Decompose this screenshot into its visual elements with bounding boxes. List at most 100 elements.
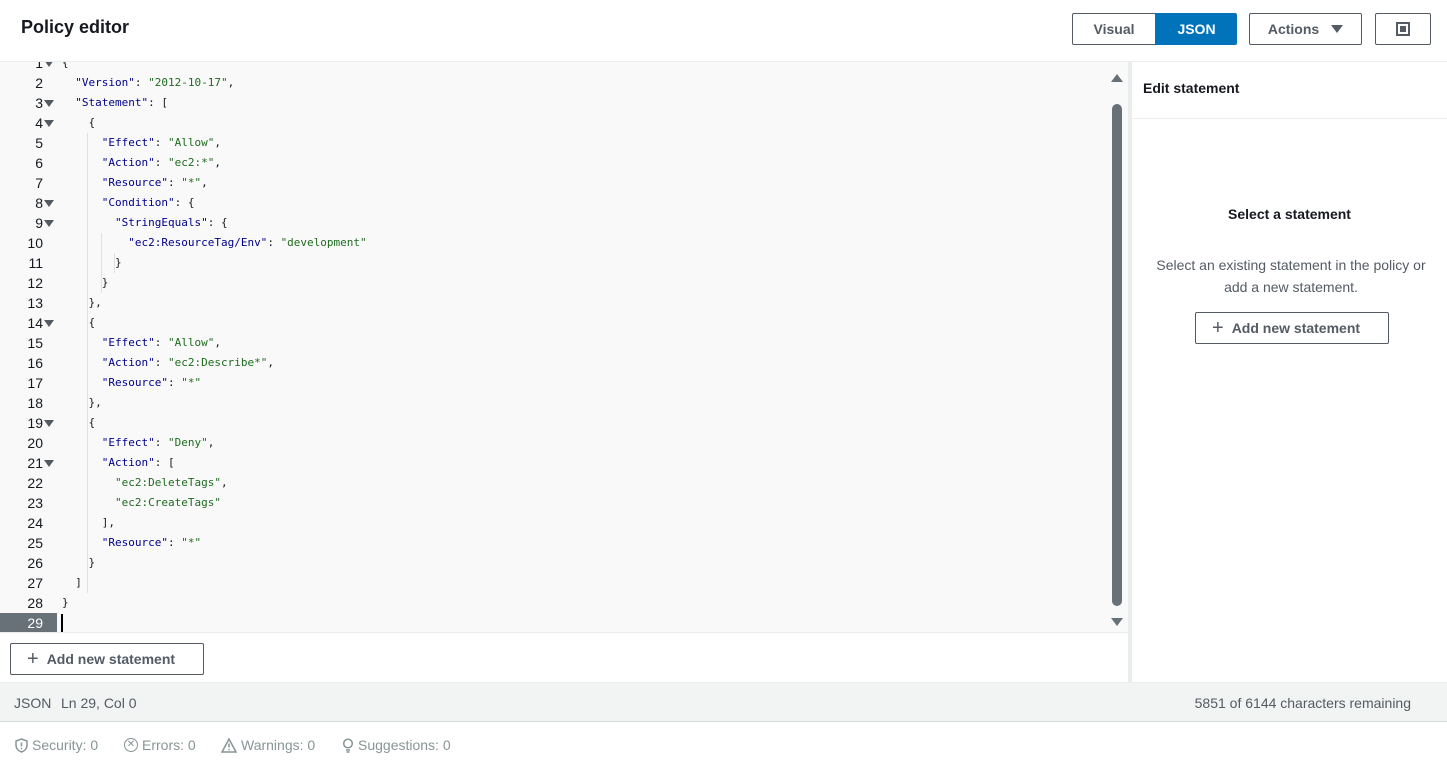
line-number: 19 bbox=[0, 413, 57, 433]
code-line: "Statement": [ bbox=[75, 96, 168, 109]
code-line: } bbox=[62, 596, 69, 609]
line-number: 6 bbox=[35, 155, 43, 171]
line-number: 8 bbox=[0, 193, 57, 213]
errors-count: Errors: 0 bbox=[142, 737, 196, 753]
line-number: 7 bbox=[35, 175, 43, 191]
code-line: } bbox=[62, 556, 96, 569]
add-new-statement-button[interactable]: + Add new statement bbox=[10, 643, 204, 675]
characters-remaining: 5851 of 6144 characters remaining bbox=[1194, 695, 1411, 711]
code-line: } bbox=[62, 256, 122, 269]
fold-toggle-icon[interactable] bbox=[44, 120, 54, 127]
code-line: "Condition": { bbox=[101, 196, 195, 209]
code-line: ] bbox=[62, 576, 82, 589]
plus-icon: + bbox=[27, 648, 39, 670]
side-panel-title: Edit statement bbox=[1143, 80, 1240, 96]
indent-guide bbox=[101, 233, 102, 293]
line-number: 2 bbox=[35, 75, 43, 91]
line-number: 1 bbox=[0, 62, 57, 73]
line-number: 20 bbox=[27, 435, 43, 451]
line-number: 21 bbox=[0, 453, 57, 473]
code-line: "Effect": "Deny", bbox=[101, 436, 215, 449]
line-number: 5 bbox=[35, 135, 43, 151]
split-view-button[interactable] bbox=[1375, 13, 1431, 45]
fold-toggle-icon[interactable] bbox=[44, 460, 54, 467]
caret-down-icon bbox=[1331, 25, 1344, 33]
side-panel-header: Edit statement bbox=[1132, 62, 1447, 119]
code-line: }, bbox=[62, 296, 102, 309]
fold-toggle-icon[interactable] bbox=[44, 220, 54, 227]
visual-tab[interactable]: Visual bbox=[1072, 13, 1156, 45]
empty-state-heading: Select a statement bbox=[1228, 206, 1351, 222]
lightbulb-icon bbox=[342, 737, 354, 753]
code-line: "Action": "ec2:Describe*", bbox=[101, 356, 274, 369]
side-add-new-statement-button[interactable]: + Add new statement bbox=[1195, 312, 1389, 344]
fold-toggle-icon[interactable] bbox=[44, 320, 54, 327]
code-line: { bbox=[62, 116, 96, 129]
line-number: 12 bbox=[27, 275, 43, 291]
line-number: 18 bbox=[27, 395, 43, 411]
code-line: { bbox=[62, 416, 96, 429]
editor-footer: + Add new statement bbox=[0, 632, 1128, 682]
error-icon: ✕ bbox=[124, 738, 138, 752]
line-number: 23 bbox=[27, 495, 43, 511]
scrollbar-thumb[interactable] bbox=[1112, 104, 1122, 606]
line-number: 16 bbox=[27, 355, 43, 371]
add-statement-label: Add new statement bbox=[46, 651, 176, 667]
warning-icon bbox=[221, 737, 237, 753]
fold-toggle-icon[interactable] bbox=[44, 100, 54, 107]
code-line: "Resource": "*", bbox=[101, 176, 208, 189]
code-line: "ec2:CreateTags" bbox=[114, 496, 221, 509]
security-count: Security: 0 bbox=[32, 737, 99, 753]
json-tab[interactable]: JSON bbox=[1156, 13, 1237, 45]
line-number: 28 bbox=[27, 595, 43, 611]
scroll-up-icon[interactable] bbox=[1111, 74, 1123, 82]
text-cursor bbox=[61, 614, 63, 632]
line-number: 13 bbox=[27, 295, 43, 311]
errors-tab[interactable]: ✕ Errors: 0 bbox=[124, 737, 196, 753]
policy-editor-header: Policy editor Visual JSON Actions bbox=[0, 0, 1447, 62]
fold-toggle-icon[interactable] bbox=[44, 62, 54, 67]
cursor-position: Ln 29, Col 0 bbox=[61, 695, 137, 711]
code-line: "Action": "ec2:*", bbox=[101, 156, 221, 169]
fold-toggle-icon[interactable] bbox=[44, 420, 54, 427]
indent-guide bbox=[87, 133, 88, 593]
code-line: ], bbox=[62, 516, 115, 529]
suggestions-tab[interactable]: Suggestions: 0 bbox=[342, 737, 451, 753]
warnings-count: Warnings: 0 bbox=[241, 737, 316, 753]
actions-dropdown[interactable]: Actions bbox=[1249, 13, 1362, 45]
line-number: 14 bbox=[0, 313, 57, 333]
line-number: 9 bbox=[0, 213, 57, 233]
code-line: "Action": [ bbox=[101, 456, 175, 469]
status-mode: JSON bbox=[14, 695, 52, 711]
side-add-statement-label: Add new statement bbox=[1231, 320, 1361, 336]
code-line: { bbox=[62, 62, 69, 69]
line-number: 24 bbox=[27, 515, 43, 531]
empty-state-description: Select an existing statement in the poli… bbox=[1156, 257, 1426, 295]
code-editor[interactable]: 1 2 3 4 5 6 7 8 9 10 11 12 13 14 15 16 17 18 19 20 21 22 23 24 2… bbox=[0, 62, 1128, 632]
editor-scrollbar[interactable] bbox=[1108, 70, 1126, 630]
page-title: Policy editor bbox=[21, 17, 130, 37]
code-line: "Version": "2012-10-17", bbox=[75, 76, 235, 89]
indent-guide bbox=[114, 253, 115, 273]
validation-bar: Security: 0 ✕ Errors: 0 Warnings: 0 Sugg… bbox=[0, 722, 1447, 760]
line-number: 3 bbox=[0, 93, 57, 113]
status-bar: JSON Ln 29, Col 0 5851 of 6144 character… bbox=[0, 682, 1447, 722]
code-line: "Resource": "*" bbox=[101, 536, 202, 549]
warnings-tab[interactable]: Warnings: 0 bbox=[221, 737, 315, 753]
line-number: 26 bbox=[27, 555, 43, 571]
fold-toggle-icon[interactable] bbox=[44, 200, 54, 207]
code-line: "Effect": "Allow", bbox=[101, 336, 221, 349]
code-line: "Effect": "Allow", bbox=[101, 136, 221, 149]
actions-label: Actions bbox=[1267, 21, 1320, 37]
line-number: 29 bbox=[0, 613, 57, 632]
security-tab[interactable]: Security: 0 bbox=[15, 737, 98, 753]
code-line: }, bbox=[62, 396, 102, 409]
editor-mode-toggle: Visual JSON bbox=[1072, 13, 1237, 45]
suggestions-count: Suggestions: 0 bbox=[358, 737, 451, 753]
shield-icon bbox=[15, 737, 28, 753]
line-number: 11 bbox=[28, 255, 43, 271]
edit-statement-panel: Edit statement Select a statement Select… bbox=[1132, 62, 1447, 682]
code-line: "Resource": "*" bbox=[101, 376, 202, 389]
scroll-down-icon[interactable] bbox=[1111, 618, 1123, 626]
split-view-icon bbox=[1396, 22, 1410, 36]
